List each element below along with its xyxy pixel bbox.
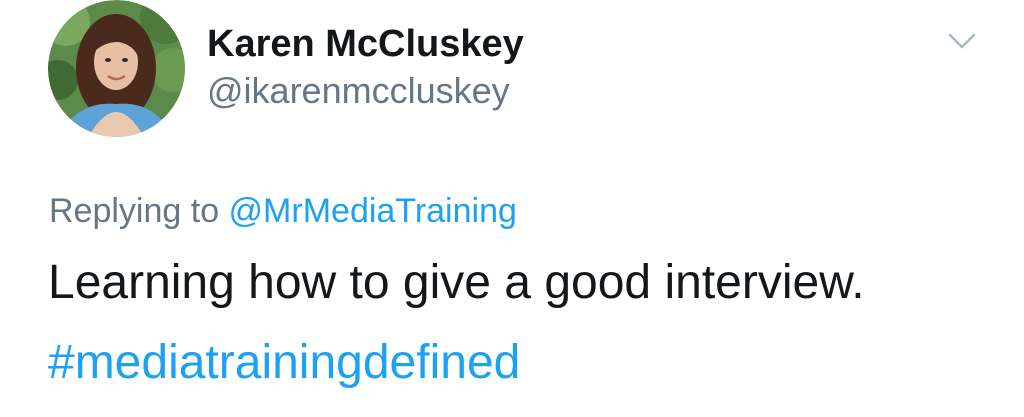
reply-to-link[interactable]: @MrMediaTraining — [229, 192, 517, 230]
avatar[interactable] — [48, 0, 185, 137]
author-display-name[interactable]: Karen McCluskey — [207, 22, 524, 66]
hashtag-link[interactable]: #mediatrainingdefined — [48, 334, 520, 392]
tweet-text: Learning how to give a good interview. — [48, 256, 865, 309]
profile-photo-icon — [48, 0, 185, 137]
author-handle: @ikarenmccluskey — [207, 70, 510, 111]
chevron-down-icon[interactable] — [942, 26, 982, 56]
replying-to: Replying to @MrMediaTraining — [49, 189, 517, 233]
replying-to-label: Replying to — [49, 192, 229, 230]
tweet-card: Karen McCluskey @ikarenmccluskey Replyin… — [0, 0, 1024, 417]
